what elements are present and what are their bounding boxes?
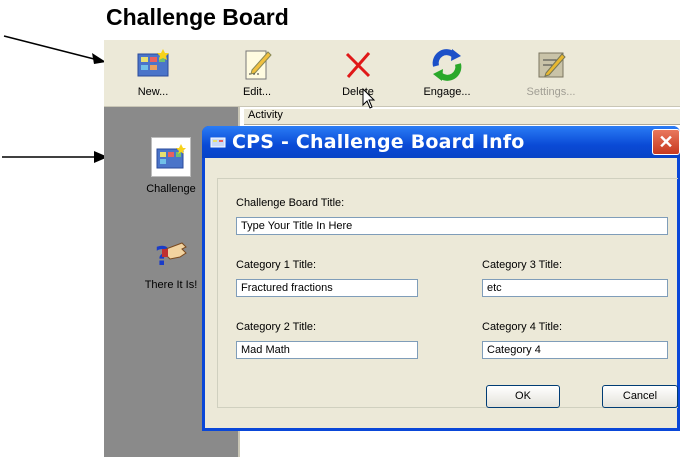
document-title: Challenge Board <box>106 4 289 30</box>
challenge-board-info-dialog: CPS - Challenge Board Info ✕ Challenge B… <box>202 126 680 431</box>
close-icon: ✕ <box>658 132 674 152</box>
edit-pencil-icon <box>245 50 272 80</box>
dialog-title: CPS - Challenge Board Info <box>232 131 525 153</box>
cancel-button[interactable]: Cancel <box>602 385 678 408</box>
dialog-app-icon <box>210 137 226 148</box>
new-button-label: New... <box>137 86 169 98</box>
category-1-input[interactable] <box>236 279 418 297</box>
challenge-icon-frame <box>151 137 191 177</box>
mouse-cursor-icon <box>362 88 376 109</box>
annotation-arrow-sidebar <box>2 151 108 163</box>
category-3-input[interactable] <box>482 279 668 297</box>
engage-arrows-icon <box>432 49 462 81</box>
category-1-label: Category 1 Title: <box>236 259 317 271</box>
new-button[interactable]: New... <box>118 44 188 104</box>
edit-button-label: Edit... <box>242 86 272 98</box>
category-4-input[interactable] <box>482 341 668 359</box>
column-header-activity[interactable]: Activity <box>244 109 680 125</box>
annotation-arrow-toolbar <box>3 35 106 64</box>
delete-button-label: Delete <box>342 86 374 98</box>
settings-button-label: Settings... <box>526 86 576 98</box>
close-button[interactable]: ✕ <box>652 129 680 155</box>
delete-x-icon <box>345 52 371 78</box>
ok-button[interactable]: OK <box>486 385 560 408</box>
dialog-body: Challenge Board Title: Category 1 Title:… <box>205 158 678 428</box>
sidebar-item-label: There It Is! <box>144 279 198 291</box>
engage-button[interactable]: Engage... <box>412 44 482 104</box>
fields-group: Challenge Board Title: Category 1 Title:… <box>217 178 678 408</box>
category-2-input[interactable] <box>236 341 418 359</box>
board-title-label: Challenge Board Title: <box>236 197 345 209</box>
category-3-label: Category 3 Title: <box>482 259 563 271</box>
category-4-label: Category 4 Title: <box>482 321 563 333</box>
sidebar-item-label: Challenge <box>146 183 196 195</box>
settings-icon <box>538 52 566 78</box>
pointing-hand-icon: ? <box>155 242 187 272</box>
delete-button[interactable]: Delete <box>323 44 393 104</box>
dialog-titlebar[interactable]: CPS - Challenge Board Info ✕ <box>202 126 680 158</box>
challenge-board-icon <box>156 144 186 169</box>
category-2-label: Category 2 Title: <box>236 321 317 333</box>
board-title-input[interactable] <box>236 217 668 235</box>
settings-button[interactable]: Settings... <box>516 44 586 104</box>
toolbar: New... Edit... Delete Engage... Settings… <box>104 40 680 107</box>
engage-button-label: Engage... <box>423 86 471 98</box>
new-board-icon <box>137 49 169 77</box>
edit-button[interactable]: Edit... <box>222 44 292 104</box>
